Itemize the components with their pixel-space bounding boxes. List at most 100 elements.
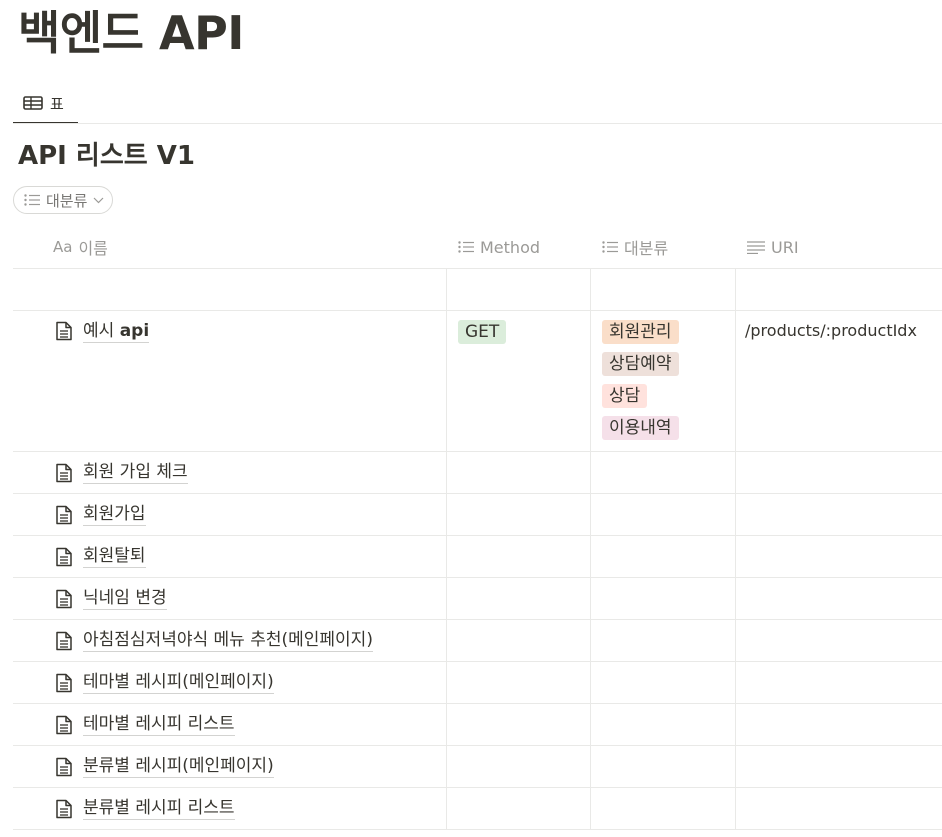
tab-table-view[interactable]: 표 (13, 84, 78, 124)
page-link[interactable]: 닉네임 변경 (83, 588, 167, 610)
cell-category[interactable] (590, 620, 735, 661)
uri-value: /products/:productIdx (745, 321, 917, 340)
cell-name[interactable]: 테마별 레시피(메인페이지) (13, 662, 446, 703)
column-header-category[interactable]: 대분류 (590, 226, 735, 268)
cell-method[interactable] (446, 662, 590, 703)
page-title: 백엔드 API (18, 6, 244, 60)
cell-name[interactable]: 분류별 레시피 리스트 (13, 788, 446, 829)
filter-chip-category[interactable]: 대분류 (13, 186, 114, 214)
text-lines-icon (747, 240, 765, 254)
column-label: 대분류 (624, 239, 669, 258)
table-row[interactable]: 예시 api GET 회원관리 상담예약 상담 이용내역 /products/:… (13, 311, 942, 452)
category-tag: 회원관리 (602, 320, 679, 344)
column-label: 이름 (78, 239, 108, 258)
cell-category[interactable] (590, 704, 735, 745)
database-table: Aa 이름 Method 대분류 URI 예시 api GET 회원관리 상담예… (13, 226, 942, 830)
cell-category[interactable] (590, 269, 735, 310)
cell-method[interactable] (446, 494, 590, 535)
page-icon (56, 547, 72, 566)
page-link-text: 예시 (83, 321, 120, 341)
tab-label: 표 (50, 94, 64, 113)
cell-name[interactable]: 회원탈퇴 (13, 536, 446, 577)
cell-uri[interactable] (735, 788, 942, 829)
column-header-method[interactable]: Method (446, 226, 590, 268)
cell-uri[interactable] (735, 620, 942, 661)
page-link[interactable]: 테마별 레시피(메인페이지) (83, 672, 274, 694)
table-header: Aa 이름 Method 대분류 URI (13, 226, 942, 269)
page-link[interactable]: 회원가입 (83, 504, 146, 526)
cell-uri[interactable] (735, 452, 942, 493)
column-header-uri[interactable]: URI (735, 226, 942, 268)
cell-uri[interactable] (735, 494, 942, 535)
column-label: URI (771, 237, 799, 257)
table-row[interactable]: 닉네임 변경 (13, 578, 942, 620)
category-tag: 이용내역 (602, 416, 679, 440)
page-icon (56, 505, 72, 524)
cell-name[interactable]: 테마별 레시피 리스트 (13, 704, 446, 745)
page-icon (56, 799, 72, 818)
cell-category[interactable] (590, 578, 735, 619)
page-link[interactable]: 테마별 레시피 리스트 (83, 714, 235, 736)
table-icon (23, 96, 43, 110)
cell-category[interactable]: 회원관리 상담예약 상담 이용내역 (590, 311, 735, 451)
cell-method[interactable] (446, 704, 590, 745)
cell-uri[interactable] (735, 746, 942, 787)
cell-name[interactable]: 분류별 레시피(메인페이지) (13, 746, 446, 787)
cell-category[interactable] (590, 536, 735, 577)
cell-uri[interactable]: /products/:productIdx (735, 311, 942, 451)
cell-name[interactable]: 예시 api (13, 311, 446, 451)
page-link[interactable]: 회원탈퇴 (83, 546, 146, 568)
cell-method[interactable] (446, 788, 590, 829)
cell-uri[interactable] (735, 578, 942, 619)
cell-method[interactable]: GET (446, 311, 590, 451)
cell-method[interactable] (446, 536, 590, 577)
page-link[interactable]: 아침점심저녁야식 메뉴 추천(메인페이지) (83, 630, 373, 652)
category-tag: 상담 (602, 384, 648, 408)
table-row[interactable]: 테마별 레시피 리스트 (13, 704, 942, 746)
page-icon (56, 757, 72, 776)
cell-method[interactable] (446, 746, 590, 787)
page-icon (56, 463, 72, 482)
cell-name[interactable]: 회원 가입 체크 (13, 452, 446, 493)
page-icon (56, 715, 72, 734)
method-tag: GET (458, 320, 507, 344)
cell-uri[interactable] (735, 536, 942, 577)
table-row[interactable]: 회원가입 (13, 494, 942, 536)
page-link-bold-text: api (119, 321, 150, 341)
column-header-name[interactable]: Aa 이름 (13, 226, 446, 268)
cell-category[interactable] (590, 746, 735, 787)
cell-name[interactable]: 아침점심저녁야식 메뉴 추천(메인페이지) (13, 620, 446, 661)
table-row[interactable]: 분류별 레시피 리스트 (13, 788, 942, 830)
table-row[interactable]: 회원탈퇴 (13, 536, 942, 578)
table-row[interactable]: 분류별 레시피(메인페이지) (13, 746, 942, 788)
page-icon (56, 589, 72, 608)
cell-category[interactable] (590, 788, 735, 829)
filter-label: 대분류 (46, 191, 88, 210)
cell-uri[interactable] (735, 704, 942, 745)
page-link[interactable]: 분류별 레시피 리스트 (83, 798, 235, 820)
database-title[interactable]: API 리스트 V1 (18, 137, 195, 175)
cell-uri[interactable] (735, 269, 942, 310)
cell-name[interactable]: 회원가입 (13, 494, 446, 535)
page-icon (56, 321, 72, 341)
table-row[interactable]: 회원 가입 체크 (13, 452, 942, 494)
page-link[interactable]: 예시 api (83, 321, 150, 343)
column-label: Method (480, 237, 541, 257)
cell-method[interactable] (446, 620, 590, 661)
cell-method[interactable] (446, 452, 590, 493)
cell-category[interactable] (590, 662, 735, 703)
cell-category[interactable] (590, 494, 735, 535)
cell-method[interactable] (446, 269, 590, 310)
table-row-empty[interactable] (13, 269, 942, 311)
page-link[interactable]: 분류별 레시피(메인페이지) (83, 756, 274, 778)
page-link[interactable]: 회원 가입 체크 (83, 462, 188, 484)
cell-name[interactable] (13, 269, 446, 310)
table-row[interactable]: 테마별 레시피(메인페이지) (13, 662, 942, 704)
list-icon (24, 194, 40, 206)
cell-name[interactable]: 닉네임 변경 (13, 578, 446, 619)
page-icon (56, 673, 72, 692)
cell-category[interactable] (590, 452, 735, 493)
cell-uri[interactable] (735, 662, 942, 703)
cell-method[interactable] (446, 578, 590, 619)
table-row[interactable]: 아침점심저녁야식 메뉴 추천(메인페이지) (13, 620, 942, 662)
